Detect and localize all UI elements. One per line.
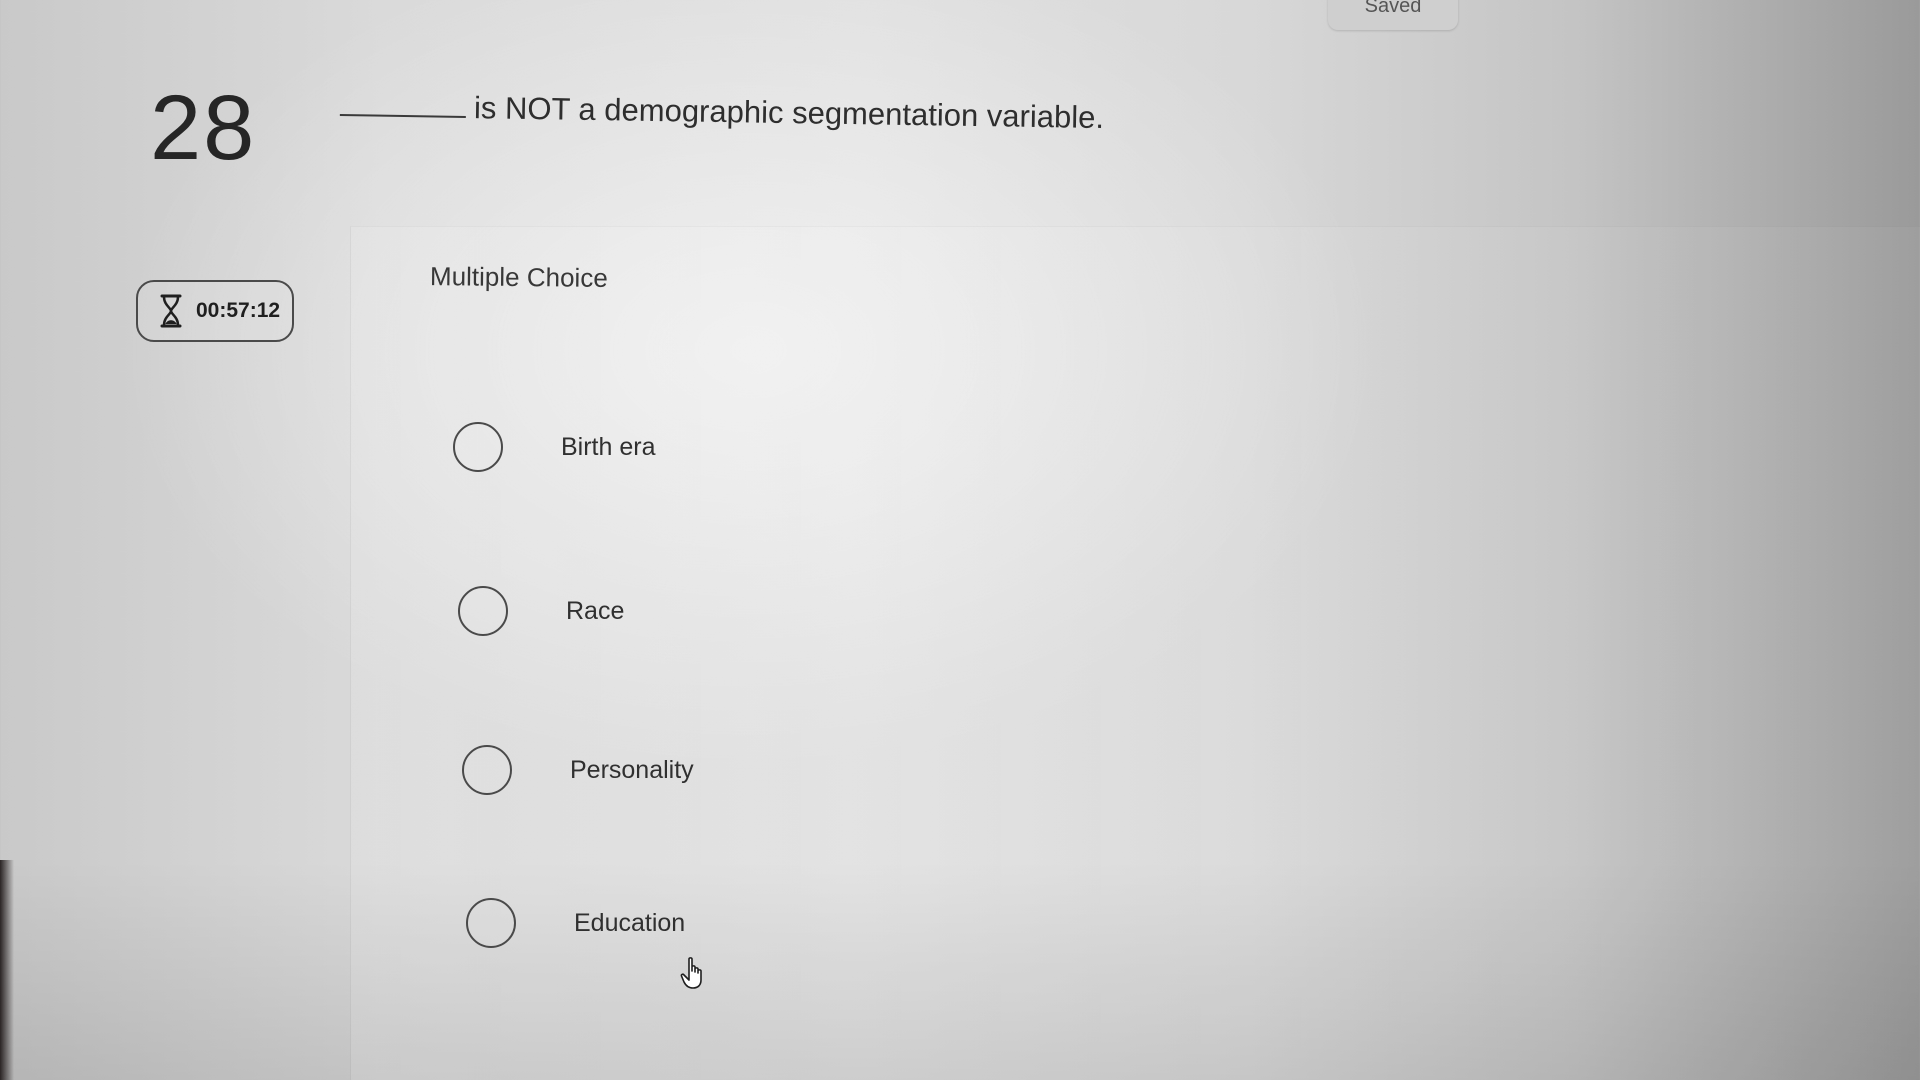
answer-option-label: Personality	[570, 755, 694, 784]
answer-option-label: Education	[574, 908, 686, 937]
timer-value: 00:57:12	[196, 299, 281, 322]
question-number: 28	[150, 77, 257, 179]
answer-option-label: Birth era	[561, 432, 656, 461]
question-type-label: Multiple Choice	[429, 261, 608, 293]
monitor-bezel-edge	[0, 860, 14, 1080]
answer-option-personality[interactable]: Personality	[462, 745, 694, 795]
radio-button[interactable]	[453, 422, 503, 472]
radio-button[interactable]	[458, 586, 508, 636]
radio-button[interactable]	[462, 745, 512, 795]
fill-in-blank-line	[339, 113, 466, 118]
answer-option-birth-era[interactable]: Birth era	[453, 422, 655, 472]
saved-status-badge: Saved	[1328, 0, 1458, 30]
question-stem: is NOT a demographic segmentation variab…	[339, 88, 1105, 136]
answer-panel	[350, 226, 1920, 1080]
hourglass-icon	[160, 294, 182, 328]
question-text: is NOT a demographic segmentation variab…	[473, 90, 1105, 135]
answer-option-label: Race	[566, 596, 625, 625]
saved-status-text: Saved	[1364, 0, 1422, 17]
answer-option-education[interactable]: Education	[466, 898, 685, 948]
countdown-timer: 00:57:12	[136, 280, 294, 342]
answer-option-race[interactable]: Race	[458, 586, 624, 636]
hand-pointer-icon	[680, 957, 702, 989]
radio-button[interactable]	[466, 898, 516, 948]
